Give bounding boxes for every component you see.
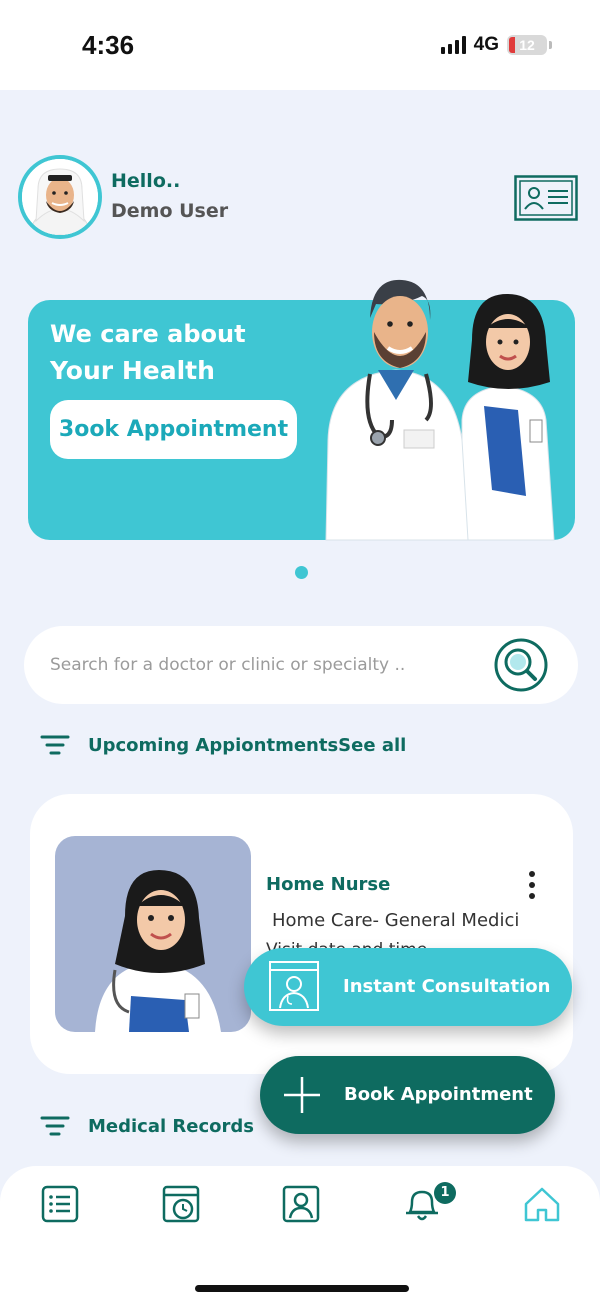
medical-records-title[interactable]: Medical Records <box>88 1116 254 1137</box>
avatar[interactable] <box>18 155 102 239</box>
appointment-service: Home Care- General Medici <box>272 910 520 931</box>
appointment-provider-photo <box>55 836 251 1032</box>
home-indicator[interactable] <box>195 1285 409 1292</box>
network-type: 4G <box>473 34 499 55</box>
instant-consultation-button[interactable]: Instant Consultation <box>244 948 572 1026</box>
plus-icon <box>284 1077 320 1113</box>
filter-icon <box>40 1116 70 1136</box>
banner-line-2: Your Health <box>50 356 215 385</box>
search-input[interactable] <box>50 652 470 678</box>
nurse-avatar-icon <box>95 870 221 1032</box>
greeting-hello: Hello.. <box>111 170 181 192</box>
book-appointment-button[interactable]: Book Appointment <box>260 1056 555 1134</box>
user-avatar-icon <box>22 159 98 235</box>
status-time: 4:36 <box>82 30 135 60</box>
doctors-illustration <box>325 279 555 541</box>
status-indicators: 4G 12 <box>440 34 552 56</box>
book-appointment-label: Book Appointment <box>344 1084 533 1105</box>
profile-icon[interactable] <box>281 1184 321 1224</box>
banner-line-1: We care about <box>50 320 246 348</box>
upcoming-title[interactable]: Upcoming AppiontmentsSee all <box>88 735 406 756</box>
carousel-indicator[interactable] <box>295 566 308 579</box>
instant-consultation-label: Instant Consultation <box>343 976 551 997</box>
upcoming-section-header: Upcoming AppiontmentsSee all <box>40 734 406 756</box>
signal-icon <box>440 36 466 54</box>
more-options-icon[interactable] <box>520 870 544 900</box>
filter-icon <box>40 735 70 755</box>
battery-tip <box>549 41 552 49</box>
status-bar: 4:36 4G 12 <box>0 0 600 90</box>
id-card-icon[interactable] <box>514 175 578 221</box>
medical-records-section-header: Medical Records <box>40 1115 254 1137</box>
calendar-clock-icon[interactable] <box>161 1184 201 1224</box>
notification-badge: 1 <box>434 1182 456 1204</box>
banner-book-appointment-button[interactable]: 3ook Appointment <box>50 400 297 459</box>
battery-level: 12 <box>519 37 535 53</box>
search-icon[interactable] <box>494 638 548 692</box>
battery-icon: 12 <box>507 35 547 55</box>
user-name: Demo User <box>111 200 229 222</box>
appointment-type: Home Nurse <box>266 874 391 895</box>
video-doctor-icon <box>269 961 319 1011</box>
home-icon[interactable] <box>522 1184 562 1224</box>
list-icon[interactable] <box>40 1184 80 1224</box>
